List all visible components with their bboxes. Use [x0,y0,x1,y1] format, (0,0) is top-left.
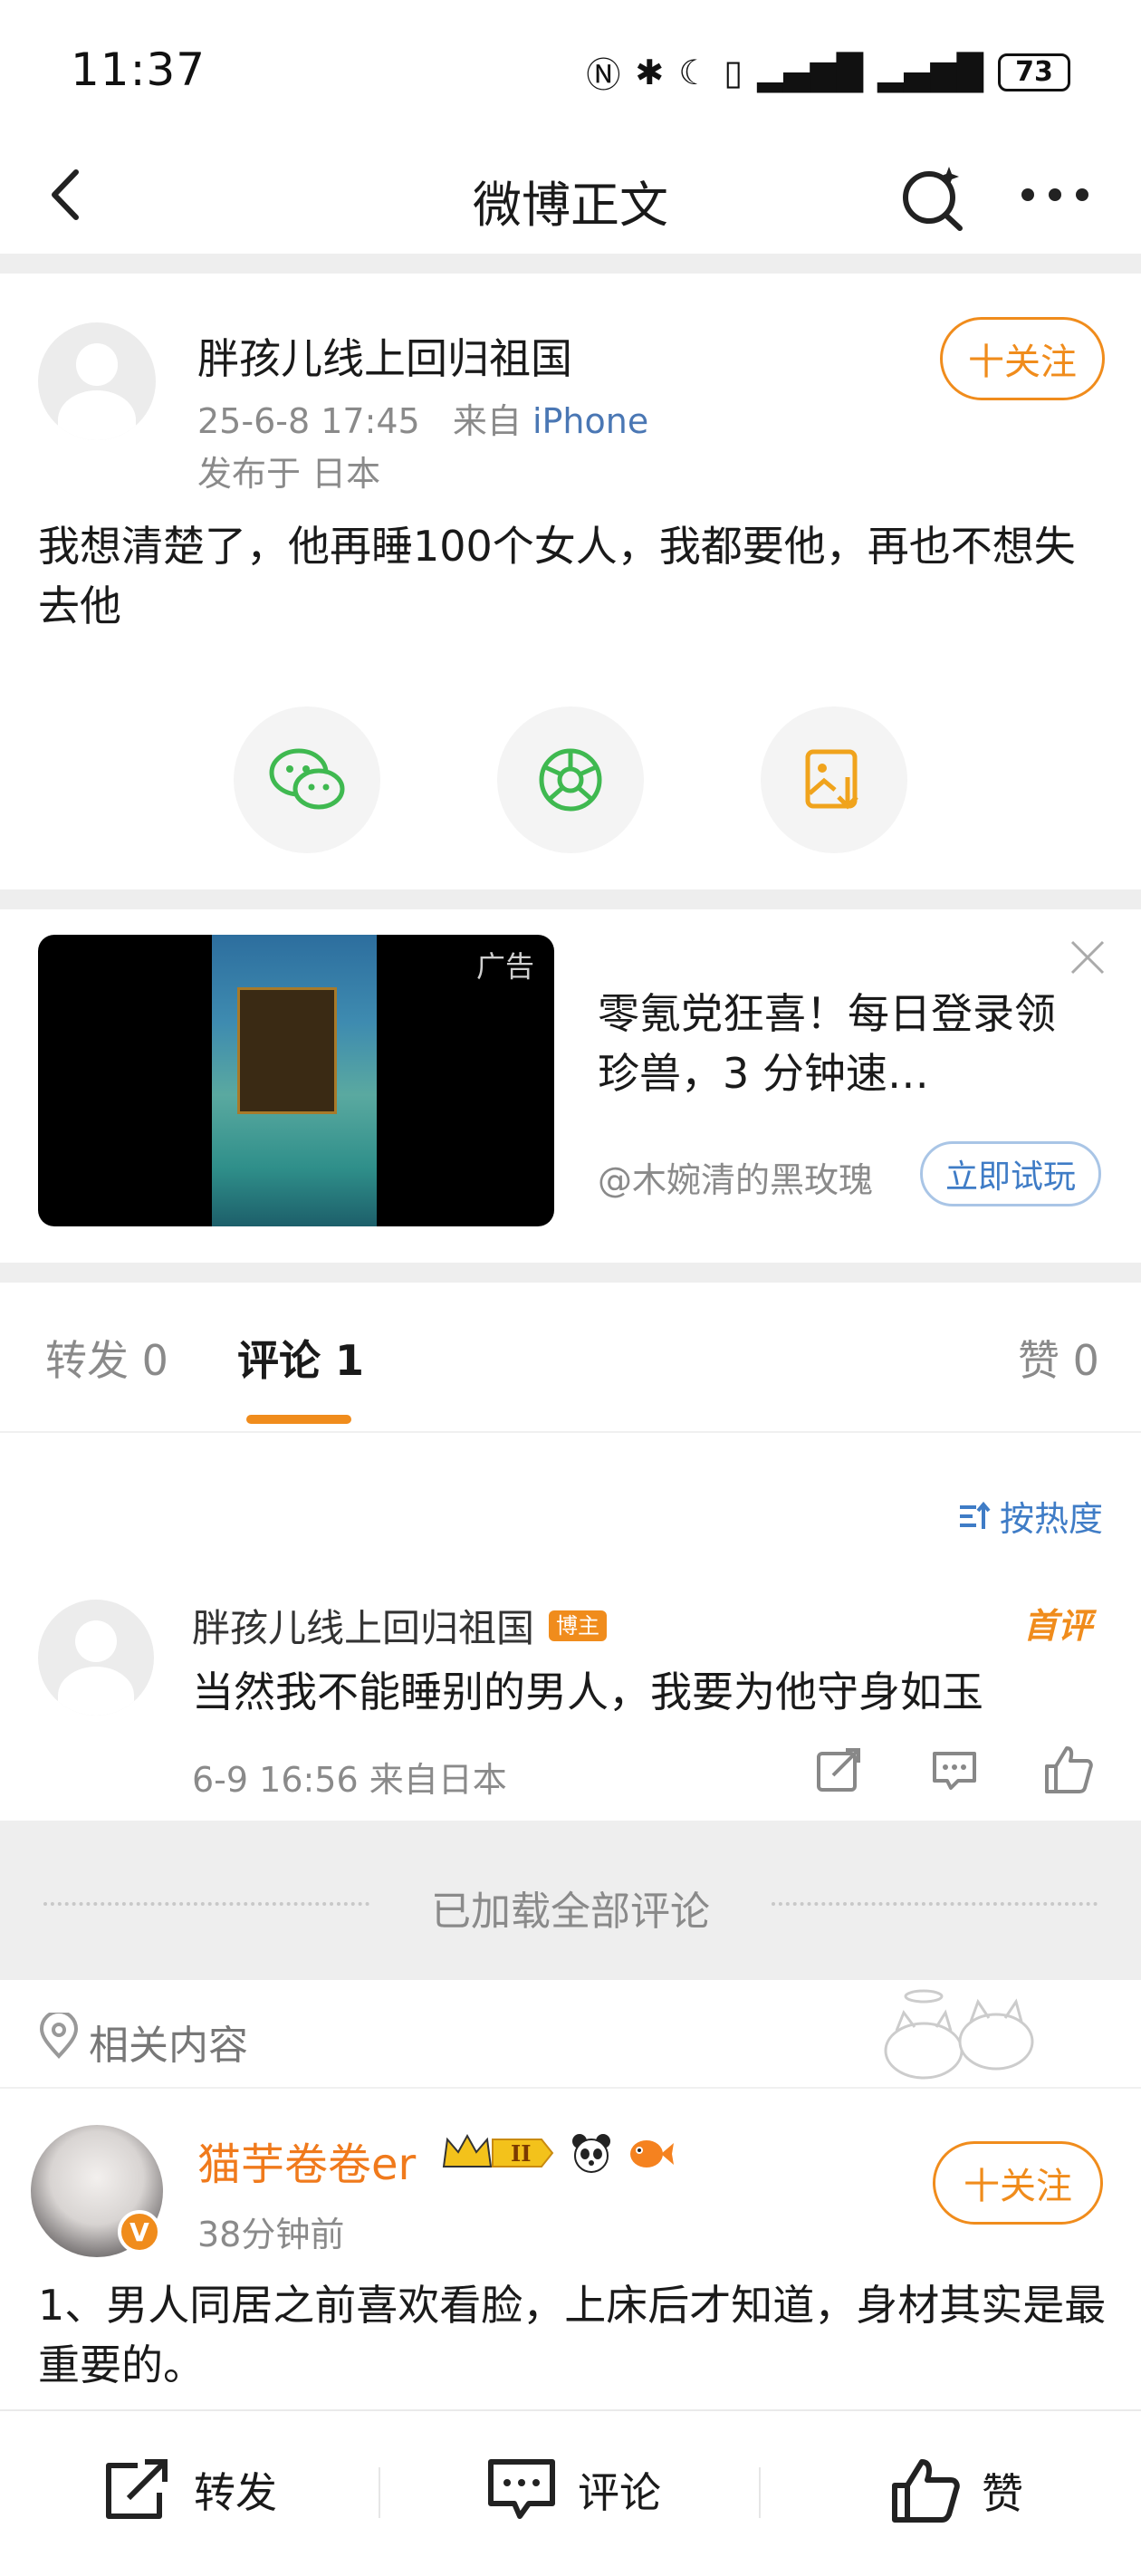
tab-comments[interactable]: 评论 1 [237,1328,364,1388]
nfc-icon: Ⓝ [586,55,621,95]
bottom-action-bar: 转发 评论 赞 [0,2409,1141,2576]
related-follow-button[interactable]: 十关注 [933,2141,1103,2225]
related-label: 相关内容 [89,2023,248,2069]
follow-button[interactable]: 十关注 [940,317,1105,400]
post-location: 发布于 日本 [197,454,381,494]
divider [0,254,1141,274]
loaded-all-banner: 已加载全部评论 [0,1821,1141,1980]
reply-icon[interactable] [927,1743,982,1797]
svg-text:II: II [511,2140,531,2167]
vibrate-icon: ▯ [724,52,743,92]
repost-icon [106,2459,168,2519]
first-comment-badge: 首评 [1022,1606,1092,1646]
save-image-button[interactable] [761,706,907,853]
related-badges: II [440,2130,676,2176]
location-pin-icon [39,2013,79,2059]
related-text[interactable]: 1、男人同居之前喜欢看脸，上床后才知道，身材其实是最重要的。 [38,2275,1107,2395]
panda-icon [572,2134,610,2173]
comment-author[interactable]: 胖孩儿线上回归祖国 [192,1598,534,1653]
ad-game-image [212,935,377,1226]
comment-label: 评论 [578,2468,661,2517]
like-icon[interactable] [1041,1743,1096,1797]
goldfish-icon [630,2140,674,2167]
tab-likes[interactable]: 赞 0 [1018,1328,1099,1388]
moon-icon: ☾ [678,52,710,92]
related-time: 38分钟前 [197,2215,345,2254]
sort-button[interactable]: 按热度 [956,1491,1103,1541]
divider [759,2467,761,2518]
save-image-icon [805,749,858,810]
divider [0,1263,1141,1283]
close-icon[interactable] [1067,937,1108,978]
vip-crown-icon: II [442,2133,554,2167]
ad-game-panel [237,987,337,1114]
search-icon[interactable] [896,161,969,234]
more-icon[interactable] [1014,163,1096,226]
comment-avatar[interactable] [38,1600,154,1716]
comment-text[interactable]: 当然我不能睡别的男人，我要为他守身如玉 [192,1659,983,1719]
signal-icon: ▂▄▆█ [757,52,864,92]
moments-icon [539,748,602,812]
status-icons: Ⓝ ✱ ☾ ▯ ▂▄▆█ ▂▄▆█ 73 [586,47,1070,97]
nav-bar: 微博正文 [0,136,1141,254]
post-source[interactable]: iPhone [532,401,648,441]
post-meta: 25-6-8 17:45 来自 iPhone [197,393,648,443]
post-time: 25-6-8 17:45 [197,401,420,441]
comment-item: 胖孩儿线上回归祖国 博主 首评 当然我不能睡别的男人，我要为他守身如玉 6-9 … [0,1576,1141,1821]
share-wechat-button[interactable] [234,706,380,853]
divider [0,889,1141,909]
ad-source: @木婉清的黑玫瑰 [598,1160,874,1200]
related-author[interactable]: 猫芋卷卷er [197,2129,416,2192]
post-text: 我想清楚了，他再睡100个女人，我都要他，再也不想失去他 [38,522,1076,630]
like-label: 赞 [982,2469,1023,2518]
related-header: 相关内容 [0,1980,1141,2089]
ad-tag: 广告 [475,949,534,984]
related-post[interactable]: V 猫芋卷卷er II 38分钟前 十关注 1、男人同居之前喜欢看脸，上床后才知… [0,2091,1141,2409]
post-card: 胖孩儿线上回归祖国 25-6-8 17:45 来自 iPhone 发布于 日本 … [0,274,1141,889]
repost-label: 转发 [194,2468,277,2517]
post-avatar[interactable] [38,322,156,440]
post-author[interactable]: 胖孩儿线上回归祖国 [197,326,572,386]
share-icon[interactable] [811,1743,866,1797]
status-time: 11:37 [71,43,206,96]
status-bar: 11:37 Ⓝ ✱ ☾ ▯ ▂▄▆█ ▂▄▆█ 73 [0,0,1141,136]
tab-underline [246,1415,351,1424]
ad-card[interactable]: 广告 零氪党狂喜！每日登录领珍兽，3 分钟速… @木婉清的黑玫瑰 立即试玩 [0,909,1141,1263]
sort-label: 按热度 [999,1499,1103,1539]
signal-icon-2: ▂▄▆█ [877,52,983,92]
blogger-badge: 博主 [549,1610,608,1641]
share-moments-button[interactable] [497,706,644,853]
comment-button[interactable]: 评论 [485,2456,661,2523]
ad-video[interactable]: 广告 [38,935,554,1226]
ad-title[interactable]: 零氪党狂喜！每日登录领珍兽，3 分钟速… [598,984,1087,1103]
page-title: 微博正文 [473,177,668,234]
comment-meta: 6-9 16:56 来自日本 [192,1760,507,1800]
repost-button[interactable]: 转发 [101,2456,277,2523]
comment-icon [488,2459,555,2519]
like-button[interactable]: 赞 [889,2456,1023,2525]
comment-author-row: 胖孩儿线上回归祖国 博主 [192,1598,608,1653]
bluetooth-icon: ✱ [635,52,665,92]
divider [379,2467,380,2518]
tab-bar: 转发 0 评论 1 赞 0 [0,1283,1141,1433]
loaded-all-text: 已加载全部评论 [431,1889,710,1935]
thumbs-up-icon [892,2459,960,2523]
ad-cta-button[interactable]: 立即试玩 [920,1141,1101,1206]
sort-icon [959,1501,991,1529]
tab-repost[interactable]: 转发 0 [45,1328,168,1388]
verified-badge-icon: V [118,2210,161,2254]
post-source-prefix: 来自 [452,401,522,441]
dotted-line-right [772,1902,1098,1906]
mascot-cats-icon [884,1989,1034,2080]
battery-icon: 73 [998,53,1070,91]
wechat-icon [269,748,345,810]
